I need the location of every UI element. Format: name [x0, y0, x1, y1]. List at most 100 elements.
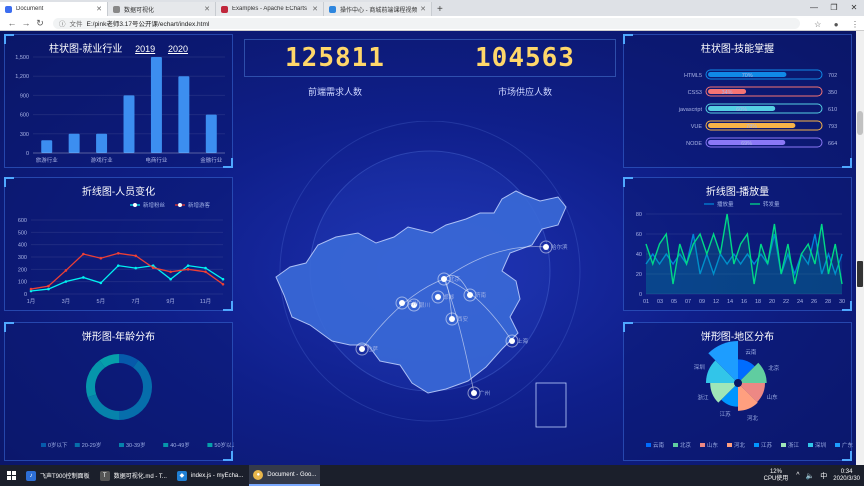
- data-point: [221, 282, 225, 286]
- x-tick-label: 30: [839, 299, 845, 305]
- volume-icon[interactable]: 🔈: [806, 472, 815, 480]
- browser-tab[interactable]: Examples - Apache ECharts (i ✕: [216, 2, 324, 16]
- profile-avatar-icon[interactable]: ●: [834, 20, 839, 29]
- y-tick-label: 0: [26, 151, 29, 157]
- data-point: [64, 280, 68, 283]
- skills-chart: HTML5 70% 702 CSS3 34% 350 javascript 60% 610 VUE…: [678, 69, 837, 148]
- x-tick-label: 22: [783, 299, 789, 305]
- tab-close-icon[interactable]: ✕: [204, 5, 210, 13]
- legend-label: 0岁以下: [48, 441, 68, 449]
- skill-percent: 70%: [742, 73, 753, 79]
- bookmark-star-icon[interactable]: ☆: [814, 20, 821, 29]
- taskbar-label: Document - Goo...: [267, 471, 317, 478]
- legend-swatch: [754, 443, 759, 447]
- x-tick-label: 05: [671, 299, 677, 305]
- x-tick-label: 12: [713, 299, 719, 305]
- stats-panel: 125811 104563 前端需求人数 市场供应人数: [240, 35, 620, 109]
- taskbar-item-vscode[interactable]: ◆ index.js - myEcha...: [173, 465, 247, 486]
- legend-label: 江苏: [761, 441, 773, 449]
- x-tick-label: 09: [699, 299, 705, 305]
- forward-icon[interactable]: →: [19, 18, 33, 28]
- legend-label: 山东: [707, 441, 719, 449]
- stat-value-supply: 104563: [475, 43, 575, 73]
- skill-percent: 69%: [741, 141, 752, 147]
- skill-total: 664: [828, 141, 837, 147]
- menu-kebab-icon[interactable]: ⋮: [851, 20, 859, 29]
- bar-教育培训: [68, 133, 80, 153]
- slice-label: 河北: [747, 414, 759, 422]
- browser-tab[interactable]: 操作中心 - 商城前端课程视频识 ✕: [324, 2, 432, 16]
- data-point: [47, 284, 50, 288]
- info-icon[interactable]: ⓘ: [59, 18, 66, 28]
- y-tick-label: 600: [18, 218, 27, 224]
- legend-label: 播放量: [717, 200, 734, 208]
- legend-label: 新增粉丝: [143, 201, 166, 209]
- y-tick-label: 60: [636, 232, 642, 238]
- city-label: 济南: [475, 291, 487, 299]
- slice-label: 深圳: [694, 363, 706, 371]
- data-point: [169, 277, 172, 281]
- taskbar-label: 数据可视化.md - T...: [113, 474, 167, 480]
- legend-swatch: [163, 443, 169, 447]
- skill-total: 610: [828, 107, 837, 113]
- clock[interactable]: 0:34 2020/3/30: [833, 469, 860, 483]
- reload-icon[interactable]: ↻: [33, 18, 47, 29]
- browser-tab[interactable]: 数据可视化 ✕: [108, 2, 216, 16]
- tab-close-icon[interactable]: ✕: [420, 5, 426, 13]
- x-tick-label: 07: [685, 299, 691, 305]
- legend-swatch: [835, 443, 840, 447]
- browser-tab-bar: Document ✕ 数据可视化 ✕ Examples - Apache ECharts…: [0, 0, 864, 16]
- panel-pie-age: 饼形图-年龄分布 0岁以下20-29岁30-39岁40-49岁50岁以上: [4, 322, 234, 461]
- panel-line-people: 折线图-人员变化 0 100 200 300 400 500 600 新增粉丝 新增游客 1月 3月…: [4, 177, 233, 311]
- legend-label: 30-39岁: [126, 441, 146, 449]
- data-point: [151, 266, 155, 270]
- city-label: 拉萨: [367, 345, 379, 353]
- legend-swatch: [646, 443, 651, 447]
- x-tick-label: 24: [797, 299, 803, 305]
- city-label: 银川: [419, 301, 430, 309]
- legend-label: 北京: [680, 441, 692, 449]
- bar-旅游行业: [41, 140, 53, 153]
- y-tick-label: 900: [20, 93, 29, 99]
- legend-swatch: [808, 443, 813, 447]
- tab-close-icon[interactable]: ✕: [312, 5, 318, 13]
- data-point: [47, 287, 50, 291]
- legend-swatch: [74, 443, 80, 447]
- skill-label: javascript: [678, 107, 703, 113]
- line-play-chart: 0 20 40 60 80 播放量 转发量 01 03 05 07 09 12 14 16 18 20 22 24 2…: [636, 200, 845, 305]
- windows-logo-icon: [6, 471, 16, 480]
- city-label: 上海: [517, 337, 529, 345]
- taskbar-label: index.js - myEcha...: [190, 472, 244, 479]
- legend-label: 新增游客: [188, 201, 211, 209]
- y-tick-label: 1,200: [15, 74, 29, 80]
- browser-tab[interactable]: Document ✕: [0, 2, 108, 16]
- start-button[interactable]: [0, 465, 22, 486]
- x-tick-label: 7月: [131, 298, 140, 305]
- tab-label: 操作中心 - 商城前端课程视频识: [340, 7, 418, 14]
- y-tick-label: 20: [636, 272, 642, 278]
- legend-label: 浙江: [788, 441, 800, 449]
- data-point: [82, 252, 85, 256]
- x-tick-label: 03: [657, 299, 663, 305]
- tray-arrow-icon[interactable]: ^: [796, 472, 799, 479]
- ime-icon[interactable]: 中: [820, 471, 827, 481]
- tab-label: Document: [16, 6, 44, 12]
- url-input[interactable]: ⓘ 文件 E:/pink老师3.17号公开课/echart/index.html: [53, 17, 801, 29]
- back-icon[interactable]: ←: [5, 18, 19, 28]
- y-tick-label: 600: [20, 113, 29, 119]
- rose-center: [734, 379, 742, 387]
- taskbar-item-audio[interactable]: ♪ 飞声T900控制面板: [22, 465, 94, 486]
- x-tick-label: 金融行业: [200, 156, 223, 164]
- taskbar-item-typora[interactable]: T 数据可视化.md - T...: [96, 465, 171, 486]
- page-scrollbar[interactable]: [856, 31, 864, 465]
- taskbar-item-chrome[interactable]: ● Document - Goo...: [249, 465, 321, 486]
- panel-pie-region: 饼形图-地区分布 云南 北京 山东 河北 江苏 浙江 深圳 广东 云南 北京 山东 河北 江苏 浙江 深圳广…: [623, 322, 853, 461]
- stat-value-demand: 125811: [285, 43, 385, 73]
- legend-label: 深圳: [815, 441, 827, 449]
- legend-swatch: [700, 443, 705, 447]
- tab-close-icon[interactable]: ✕: [96, 5, 102, 13]
- new-tab-button[interactable]: +: [437, 4, 443, 15]
- legend-swatch: [41, 443, 46, 447]
- scrollbar-thumb[interactable]: [857, 111, 863, 135]
- y-tick-label: 100: [18, 280, 27, 286]
